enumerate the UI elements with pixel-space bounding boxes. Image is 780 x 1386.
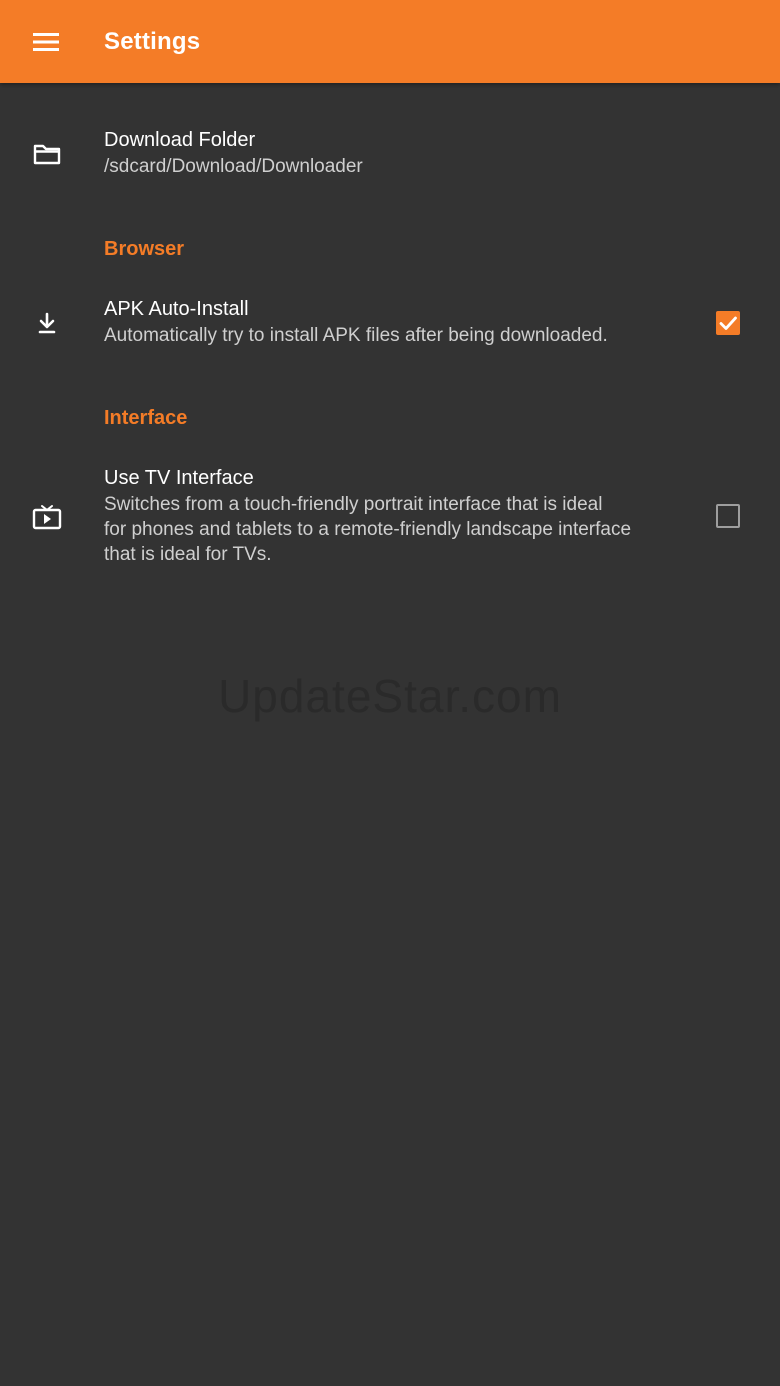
pref-download-folder-text: Download Folder /sdcard/Download/Downloa…	[104, 126, 363, 179]
check-icon	[716, 311, 740, 335]
pref-summary: /sdcard/Download/Downloader	[104, 156, 363, 177]
apk-auto-install-checkbox[interactable]	[716, 311, 740, 335]
pref-tv-interface[interactable]: Use TV Interface Switches from a touch-f…	[0, 456, 780, 576]
hamburger-menu-icon	[33, 32, 59, 52]
watermark: UpdateStar.com	[218, 670, 562, 722]
pref-summary: Automatically try to install APK files a…	[104, 325, 608, 346]
category-interface: Interface	[104, 407, 188, 429]
pref-summary-line: that is ideal for TVs.	[104, 544, 272, 565]
menu-button[interactable]	[22, 18, 70, 66]
tv-icon	[30, 500, 64, 534]
pref-title: Use TV Interface	[104, 467, 254, 489]
pref-summary-line: for phones and tablets to a remote-frien…	[104, 519, 632, 540]
download-icon	[30, 306, 64, 340]
app-bar: Settings	[0, 0, 780, 83]
page-title: Settings	[104, 28, 201, 55]
pref-apk-auto-install-text: APK Auto-Install Automatically try to in…	[104, 295, 608, 348]
pref-summary-line: Switches from a touch-friendly portrait …	[104, 494, 603, 515]
pref-tv-interface-text: Use TV Interface Switches from a touch-f…	[104, 464, 631, 567]
category-browser: Browser	[104, 238, 185, 260]
pref-download-folder[interactable]: Download Folder /sdcard/Download/Downloa…	[0, 118, 780, 198]
folder-icon	[30, 137, 64, 171]
pref-title: APK Auto-Install	[104, 298, 249, 320]
pref-title: Download Folder	[104, 129, 256, 151]
tv-interface-checkbox[interactable]	[716, 504, 740, 528]
pref-apk-auto-install[interactable]: APK Auto-Install Automatically try to in…	[0, 287, 780, 367]
